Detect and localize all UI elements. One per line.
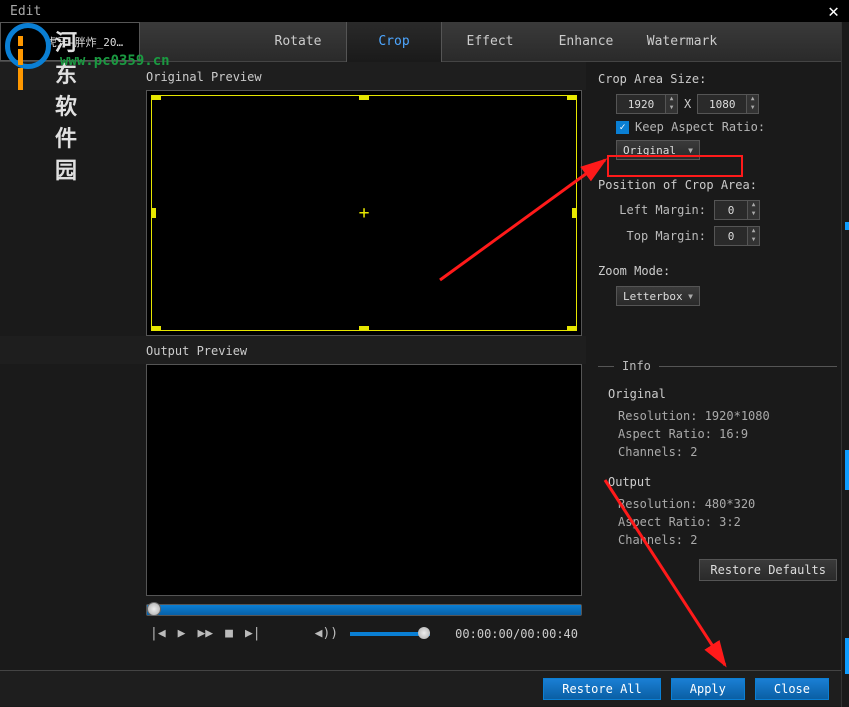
- tab-watermark[interactable]: Watermark: [634, 22, 730, 62]
- crosshair-icon: +: [359, 203, 370, 224]
- info-output-channels: Channels: 2: [608, 531, 837, 549]
- crop-handle-tl[interactable]: [151, 95, 161, 100]
- restore-all-button[interactable]: Restore All: [543, 678, 660, 700]
- info-output-head: Output: [608, 475, 837, 489]
- original-preview-label: Original Preview: [0, 62, 586, 90]
- crop-rectangle[interactable]: +: [151, 95, 577, 331]
- info-original-aspect: Aspect Ratio: 16:9: [608, 425, 837, 443]
- crop-height-spinner[interactable]: ▲▼: [747, 94, 759, 114]
- crop-handle-tr[interactable]: [567, 95, 577, 100]
- position-label: Position of Crop Area:: [598, 178, 837, 192]
- crop-size-label: Crop Area Size:: [598, 72, 837, 86]
- crop-handle-mr[interactable]: [572, 208, 577, 218]
- close-button[interactable]: Close: [755, 678, 829, 700]
- timecode: 00:00:00/00:00:40: [455, 627, 578, 641]
- chevron-down-icon: ▼: [688, 146, 693, 155]
- fast-forward-button[interactable]: ▶▶: [197, 626, 213, 641]
- info-output-resolution: Resolution: 480*320: [608, 495, 837, 513]
- thumbnail-name: 虎牙-胖炸_20…: [46, 34, 123, 50]
- info-original-resolution: Resolution: 1920*1080: [608, 407, 837, 425]
- titlebar: Edit ✕: [0, 0, 849, 22]
- left-margin-input[interactable]: 0: [714, 200, 748, 220]
- info-section: Info Original Resolution: 1920*1080 Aspe…: [598, 366, 837, 549]
- chevron-down-icon: ▼: [688, 292, 693, 301]
- original-preview[interactable]: +: [146, 90, 582, 336]
- tab-crop[interactable]: Crop: [346, 22, 442, 62]
- crop-height-input[interactable]: 1080: [697, 94, 747, 114]
- info-original-channels: Channels: 2: [608, 443, 837, 461]
- tabs: Rotate Crop Effect Enhance Watermark: [140, 22, 849, 61]
- play-button[interactable]: ▶: [178, 626, 186, 641]
- crop-handle-ml[interactable]: [151, 208, 156, 218]
- output-preview: [146, 364, 582, 596]
- left-margin-spinner[interactable]: ▲▼: [748, 200, 760, 220]
- volume-thumb[interactable]: [418, 627, 430, 639]
- crop-handle-br[interactable]: [567, 326, 577, 331]
- seek-bar[interactable]: [146, 604, 582, 616]
- volume-slider[interactable]: [350, 632, 430, 636]
- footer: Restore All Apply Close: [0, 670, 849, 706]
- header: 虎牙-胖炸_20… Rotate Crop Effect Enhance Wat…: [0, 22, 849, 62]
- zoom-mode-label: Zoom Mode:: [598, 264, 837, 278]
- top-margin-label: Top Margin:: [616, 229, 706, 243]
- volume-icon[interactable]: ◀)): [315, 626, 338, 641]
- info-title: Info: [614, 359, 659, 373]
- keep-aspect-checkbox[interactable]: ✓: [616, 121, 629, 134]
- close-icon[interactable]: ✕: [828, 1, 839, 22]
- top-margin-spinner[interactable]: ▲▼: [748, 226, 760, 246]
- restore-defaults-button[interactable]: Restore Defaults: [699, 559, 837, 581]
- crop-handle-mb[interactable]: [359, 326, 369, 331]
- info-output-aspect: Aspect Ratio: 3:2: [608, 513, 837, 531]
- crop-handle-bl[interactable]: [151, 326, 161, 331]
- top-margin-input[interactable]: 0: [714, 226, 748, 246]
- aspect-ratio-select[interactable]: Original ▼: [616, 140, 700, 160]
- output-preview-label: Output Preview: [0, 336, 586, 364]
- apply-button[interactable]: Apply: [671, 678, 745, 700]
- tab-rotate[interactable]: Rotate: [250, 22, 346, 62]
- right-edge: [841, 22, 849, 707]
- tab-effect[interactable]: Effect: [442, 22, 538, 62]
- window-title: Edit: [10, 4, 41, 19]
- keep-aspect-label: Keep Aspect Ratio:: [635, 120, 765, 134]
- crop-width-input[interactable]: 1920: [616, 94, 666, 114]
- crop-handle-mt[interactable]: [359, 95, 369, 100]
- stop-button[interactable]: ■: [225, 626, 233, 641]
- video-thumbnail[interactable]: 虎牙-胖炸_20…: [0, 22, 140, 61]
- prev-button[interactable]: |◀: [150, 626, 166, 641]
- zoom-mode-select[interactable]: Letterbox ▼: [616, 286, 700, 306]
- next-button[interactable]: ▶|: [245, 626, 261, 641]
- tab-enhance[interactable]: Enhance: [538, 22, 634, 62]
- left-margin-label: Left Margin:: [616, 203, 706, 217]
- seek-thumb[interactable]: [147, 602, 161, 616]
- info-original-head: Original: [608, 387, 837, 401]
- crop-width-spinner[interactable]: ▲▼: [666, 94, 678, 114]
